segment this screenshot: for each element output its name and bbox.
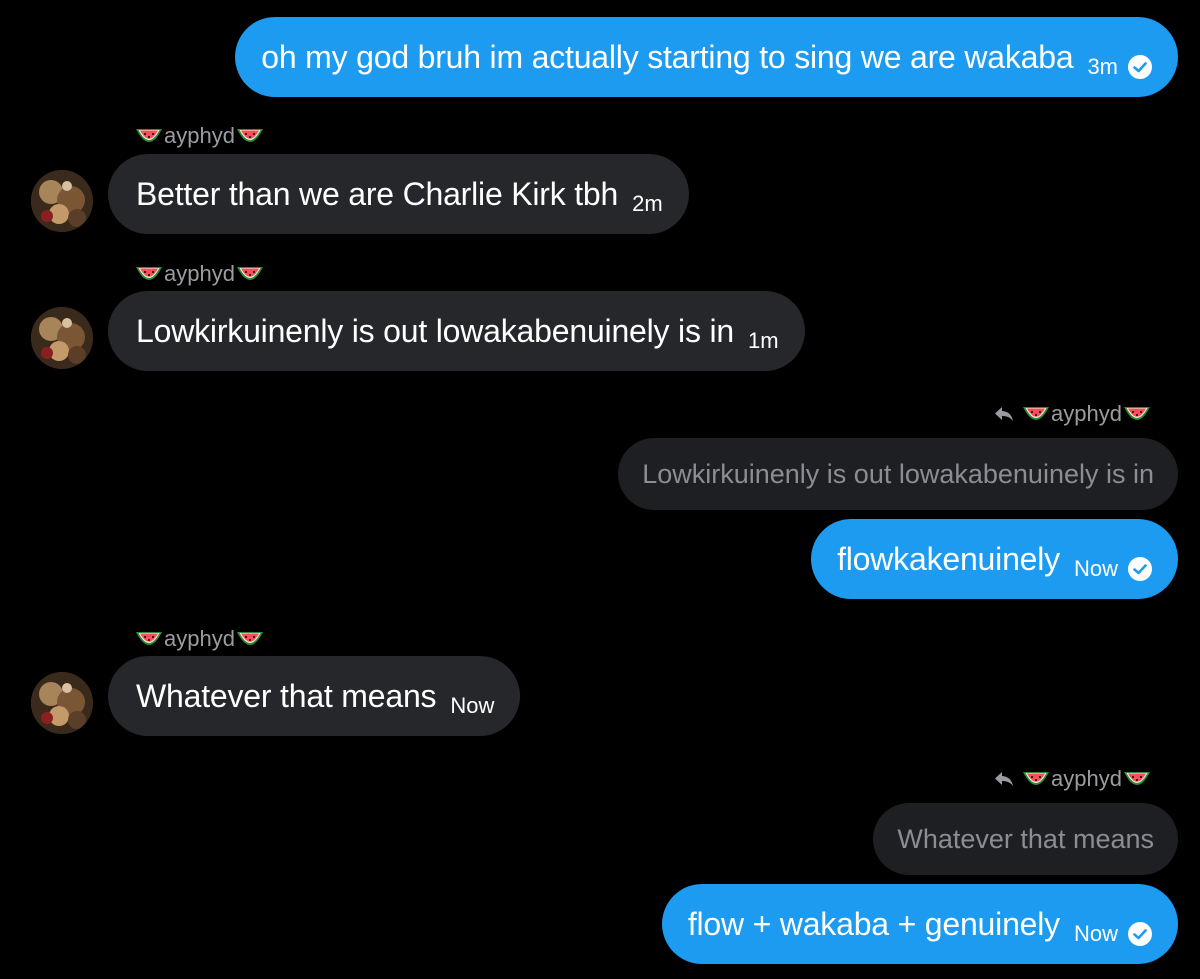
message-text: Whatever that means (136, 677, 437, 714)
quoted-message-text: Whatever that means (897, 823, 1154, 854)
quoted-message-bubble[interactable]: Lowkirkuinenly is out lowakabenuinely is… (618, 438, 1178, 510)
sender-name: ayphyd (164, 261, 235, 286)
watermelon-icon (235, 628, 265, 650)
watermelon-icon (134, 125, 164, 147)
message-timestamp: Now (1073, 921, 1118, 946)
avatar[interactable] (31, 672, 93, 734)
message-timestamp: 2m (632, 191, 663, 216)
message-timestamp: Now (450, 693, 495, 718)
message-text: Better than we are Charlie Kirk tbh (136, 175, 619, 212)
outgoing-message-bubble[interactable]: flowkakenuinely Now (811, 519, 1178, 599)
message-text: oh my god bruh im actually starting to s… (261, 38, 1074, 75)
quoted-message-bubble[interactable]: Whatever that means (873, 803, 1178, 875)
watermelon-icon (235, 263, 265, 285)
read-receipt-check-icon (1128, 922, 1152, 946)
message-text: flow + wakaba + genuinely (687, 905, 1060, 942)
quoted-message-text: Lowkirkuinenly is out lowakabenuinely is… (642, 458, 1154, 489)
reply-to-sender-name: ayphyd (1051, 401, 1122, 426)
outgoing-message-bubble[interactable]: flow + wakaba + genuinely Now (661, 884, 1178, 964)
message-timestamp: 3m (1087, 54, 1118, 79)
avatar[interactable] (31, 170, 93, 232)
read-receipt-check-icon (1128, 557, 1152, 581)
sender-name: ayphyd (164, 123, 235, 148)
watermelon-icon (1021, 403, 1051, 425)
sender-name-label: ayphyd (134, 123, 265, 149)
read-receipt-check-icon (1128, 55, 1152, 79)
sender-name: ayphyd (164, 626, 235, 651)
watermelon-icon (134, 628, 164, 650)
reply-to-sender-name: ayphyd (1051, 766, 1122, 791)
watermelon-icon (1021, 768, 1051, 790)
reply-header: ayphyd (993, 766, 1152, 792)
avatar[interactable] (31, 307, 93, 369)
incoming-message-bubble[interactable]: Whatever that means Now (108, 656, 521, 736)
incoming-message-bubble[interactable]: Lowkirkuinenly is out lowakabenuinely is… (108, 291, 805, 371)
reply-arrow-icon (993, 405, 1015, 423)
watermelon-icon (1122, 768, 1152, 790)
watermelon-icon (235, 125, 265, 147)
incoming-message-bubble[interactable]: Better than we are Charlie Kirk tbh 2m (108, 154, 689, 234)
outgoing-message-bubble[interactable]: oh my god bruh im actually starting to s… (235, 17, 1178, 97)
sender-name-label: ayphyd (134, 626, 265, 652)
watermelon-icon (1122, 403, 1152, 425)
reply-header: ayphyd (993, 401, 1152, 427)
sender-name-label: ayphyd (134, 261, 265, 287)
message-text: flowkakenuinely (837, 540, 1060, 577)
reply-arrow-icon (993, 770, 1015, 788)
watermelon-icon (134, 263, 164, 285)
message-timestamp: 1m (747, 328, 779, 353)
message-text: Lowkirkuinenly is out lowakabenuinely is… (136, 312, 734, 349)
message-timestamp: Now (1073, 556, 1118, 581)
